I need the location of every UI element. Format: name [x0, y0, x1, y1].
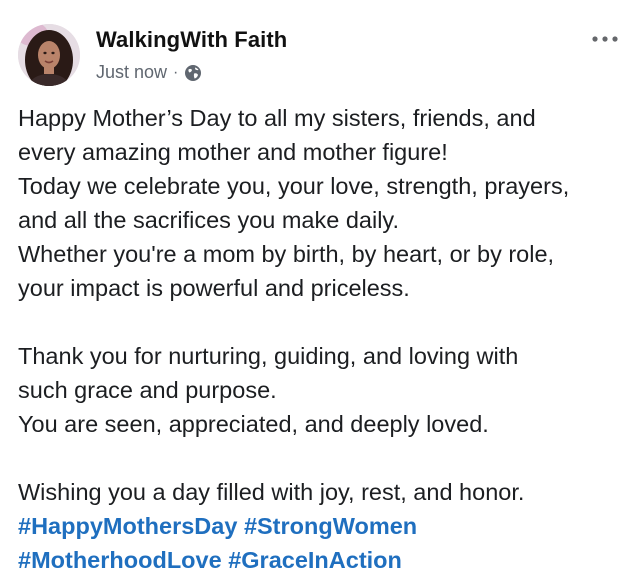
- avatar[interactable]: [18, 24, 80, 86]
- post-text-line: Wishing you a day filled with joy, rest,…: [18, 479, 525, 505]
- meta-separator: ·: [173, 63, 179, 81]
- post-text-line: Whether you're a mom by birth, by heart,…: [18, 241, 555, 267]
- avatar-image: [18, 24, 80, 86]
- hashtag-link[interactable]: #HappyMothersDay: [18, 513, 237, 539]
- post-text-line: your impact is powerful and priceless.: [18, 275, 410, 301]
- globe-icon[interactable]: [184, 64, 202, 82]
- post-text-line: Thank you for nurturing, guiding, and lo…: [18, 343, 519, 369]
- post-text-line: and all the sacrifices you make daily.: [18, 207, 399, 233]
- hashtag-line: #HappyMothersDay #StrongWomen: [18, 509, 630, 543]
- post-meta: Just now ·: [96, 62, 202, 83]
- post-text-line: every amazing mother and mother figure!: [18, 139, 448, 165]
- paragraph-break: [18, 305, 630, 339]
- more-horizontal-icon: [592, 36, 618, 42]
- post-text-line: Today we celebrate you, your love, stren…: [18, 173, 570, 199]
- hashtag-line: #MotherhoodLove #GraceInAction: [18, 543, 630, 577]
- paragraph-break: [18, 441, 630, 475]
- post-text-line: such grace and purpose.: [18, 377, 277, 403]
- author-name[interactable]: WalkingWith Faith: [96, 27, 287, 53]
- hashtag-link[interactable]: #MotherhoodLove: [18, 547, 222, 573]
- hashtag-link[interactable]: #StrongWomen: [244, 513, 417, 539]
- hashtag-link[interactable]: #GraceInAction: [228, 547, 402, 573]
- post-text-line: You are seen, appreciated, and deeply lo…: [18, 411, 489, 437]
- post-header: WalkingWith Faith Just now ·: [18, 24, 622, 90]
- post-body: Happy Mother’s Day to all my sisters, fr…: [18, 101, 630, 577]
- more-options-button[interactable]: [588, 28, 622, 50]
- post-text-line: Happy Mother’s Day to all my sisters, fr…: [18, 105, 536, 131]
- post-timestamp[interactable]: Just now: [96, 62, 167, 83]
